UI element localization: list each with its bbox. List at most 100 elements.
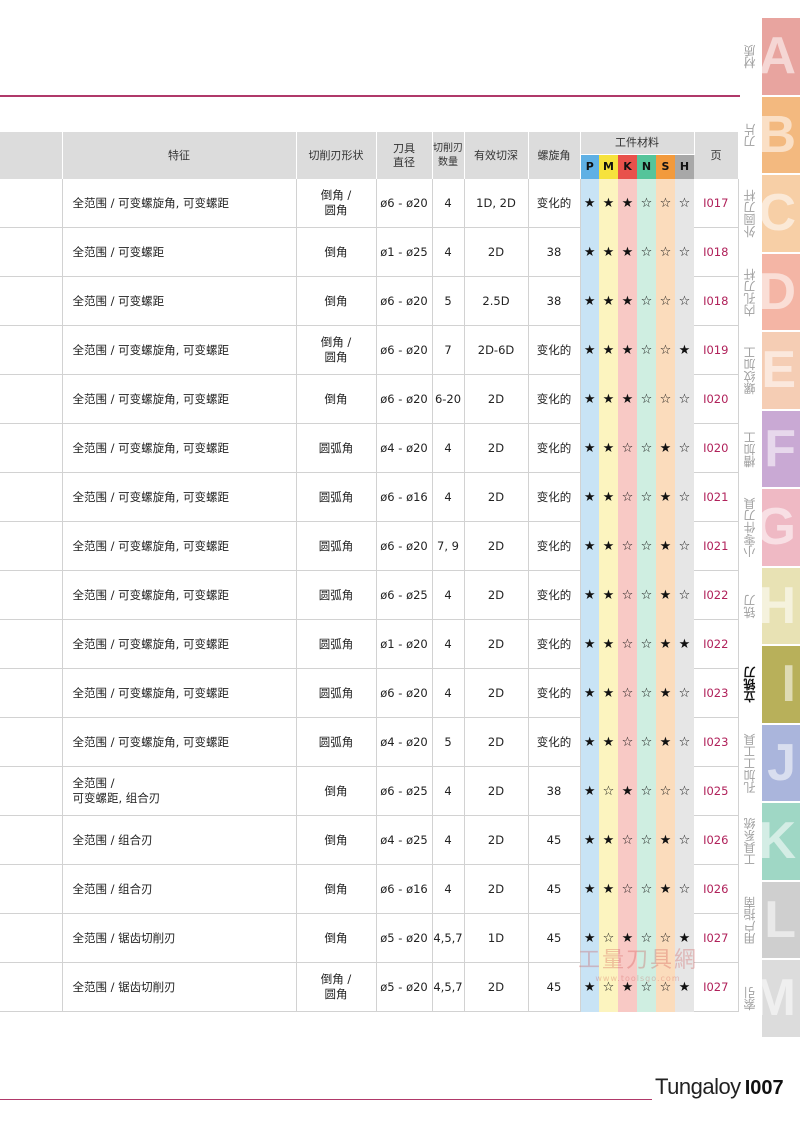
diameter-cell: ø6 - ø20: [376, 374, 433, 424]
table-row: 全范围 / 可变螺旋角, 可变螺距 圆弧角 ø6 - ø20 7, 9 2D 变化的 ★ ★ ☆…: [0, 521, 739, 571]
rating-s: ☆: [656, 374, 675, 424]
features-cell: 全范围 / 组合刃: [62, 864, 297, 914]
rating-n: ☆: [637, 619, 656, 669]
page-number: I007: [744, 1077, 784, 1099]
depth-cell: 2D: [464, 472, 529, 522]
section-tab-h[interactable]: H: [762, 567, 800, 644]
rating-h: ☆: [675, 766, 694, 816]
row-image-cell: [0, 179, 63, 228]
page-link[interactable]: I019: [694, 325, 739, 375]
page-link[interactable]: I023: [694, 668, 739, 718]
flutes-cell: 7, 9: [432, 521, 465, 571]
features-cell: 全范围 / 可变螺旋角, 可变螺距: [62, 423, 297, 473]
page-link[interactable]: I020: [694, 423, 739, 473]
section-tab-b[interactable]: B: [762, 96, 800, 173]
page-link[interactable]: I027: [694, 962, 739, 1012]
rating-n: ☆: [637, 227, 656, 277]
edge-shape-cell: 倒角: [296, 374, 377, 424]
row-image-cell: [0, 668, 63, 718]
table-row: 全范围 / 可变螺旋角, 可变螺距 倒角 ø6 - ø20 6-20 2D 变化的 ★ ★ ★ ☆…: [0, 374, 739, 424]
brand-logo: Tungaloy: [655, 1074, 741, 1099]
diameter-cell: ø6 - ø16: [376, 864, 433, 914]
rating-n: ☆: [637, 766, 656, 816]
material-s: S: [656, 154, 675, 179]
page-link[interactable]: I021: [694, 472, 739, 522]
diameter-cell: ø6 - ø25: [376, 570, 433, 620]
rating-s: ★: [656, 619, 675, 669]
diameter-cell: ø6 - ø20: [376, 521, 433, 571]
section-tab-g[interactable]: G: [762, 489, 800, 566]
top-rule: [0, 95, 740, 97]
edge-shape-cell: 倒角: [296, 276, 377, 326]
helix-cell: 38: [528, 276, 581, 326]
section-tab-c[interactable]: C: [762, 175, 800, 252]
page-link[interactable]: I026: [694, 864, 739, 914]
header-depth: 有效切深: [464, 132, 529, 179]
section-tab-i[interactable]: I: [762, 646, 800, 723]
page-link[interactable]: I023: [694, 717, 739, 767]
rating-n: ☆: [637, 668, 656, 718]
rating-m: ★: [599, 276, 618, 326]
edge-shape-cell: 倒角: [296, 227, 377, 277]
section-label: 索引: [743, 986, 757, 1011]
edge-shape-cell: 圆弧角: [296, 668, 377, 718]
edge-shape-cell: 圆弧角: [296, 521, 377, 571]
rating-m: ★: [599, 374, 618, 424]
edge-shape-cell: 倒角: [296, 766, 377, 816]
flutes-cell: 4: [432, 619, 465, 669]
section-tab-d[interactable]: D: [762, 253, 800, 330]
section-letter: A: [762, 27, 796, 85]
section-letter: K: [762, 812, 796, 870]
rating-h: ☆: [675, 717, 694, 767]
rating-s: ★: [656, 472, 675, 522]
table-row: 全范围 / 可变螺距 倒角 ø6 - ø20 5 2.5D 38 ★ ★ ★ ☆ ☆ ☆ I018: [0, 276, 739, 326]
edge-shape-cell: 倒角: [296, 815, 377, 865]
page-link[interactable]: I020: [694, 374, 739, 424]
section-tab-f[interactable]: F: [762, 410, 800, 487]
section-letter: G: [762, 498, 796, 556]
section-tab-j[interactable]: J: [762, 724, 800, 801]
flutes-cell: 7: [432, 325, 465, 375]
rating-k: ☆: [618, 619, 637, 669]
rating-k: ★: [618, 766, 637, 816]
section-letter: J: [767, 733, 796, 792]
rating-h: ☆: [675, 423, 694, 473]
material-n: N: [637, 154, 656, 179]
header-edge-shape: 切削刃形状: [296, 132, 377, 179]
page-link[interactable]: I017: [694, 179, 739, 228]
flutes-cell: 4,5,7: [432, 913, 465, 963]
diameter-cell: ø5 - ø20: [376, 962, 433, 1012]
page-link[interactable]: I018: [694, 227, 739, 277]
rating-h: ☆: [675, 472, 694, 522]
rating-n: ☆: [637, 374, 656, 424]
section-tab-a[interactable]: A: [762, 18, 800, 95]
page-link[interactable]: I022: [694, 619, 739, 669]
section-tab-k[interactable]: K: [762, 803, 800, 880]
section-tab-e[interactable]: E: [762, 332, 800, 409]
rating-p: ★: [580, 276, 599, 326]
page-link[interactable]: I027: [694, 913, 739, 963]
rating-p: ★: [580, 423, 599, 473]
table-row: 全范围 / 可变螺旋角, 可变螺距 圆弧角 ø4 - ø20 5 2D 变化的 ★ ★ ☆ ☆ ★ ☆…: [0, 717, 739, 767]
depth-cell: 2D: [464, 766, 529, 816]
rating-n: ☆: [637, 276, 656, 326]
page-link[interactable]: I025: [694, 766, 739, 816]
row-image-cell: [0, 864, 63, 914]
page-link[interactable]: I022: [694, 570, 739, 620]
page-link[interactable]: I026: [694, 815, 739, 865]
section-label: 工具系统: [743, 817, 757, 866]
section-tab-m[interactable]: M: [762, 960, 800, 1037]
header-helix: 螺旋角: [528, 132, 581, 179]
page-link[interactable]: I021: [694, 521, 739, 571]
section-label: 立铣刀: [743, 666, 757, 703]
depth-cell: 2D: [464, 227, 529, 277]
features-cell: 全范围 / 可变螺旋角, 可变螺距: [62, 179, 297, 228]
edge-shape-cell: 圆弧角: [296, 423, 377, 473]
depth-cell: 2D: [464, 962, 529, 1012]
rating-m: ★: [599, 717, 618, 767]
features-cell: 全范围 / 可变螺旋角, 可变螺距: [62, 668, 297, 718]
section-tab-l[interactable]: L: [762, 881, 800, 958]
depth-cell: 2D-6D: [464, 325, 529, 375]
page-link[interactable]: I018: [694, 276, 739, 326]
helix-cell: 变化的: [528, 423, 581, 473]
